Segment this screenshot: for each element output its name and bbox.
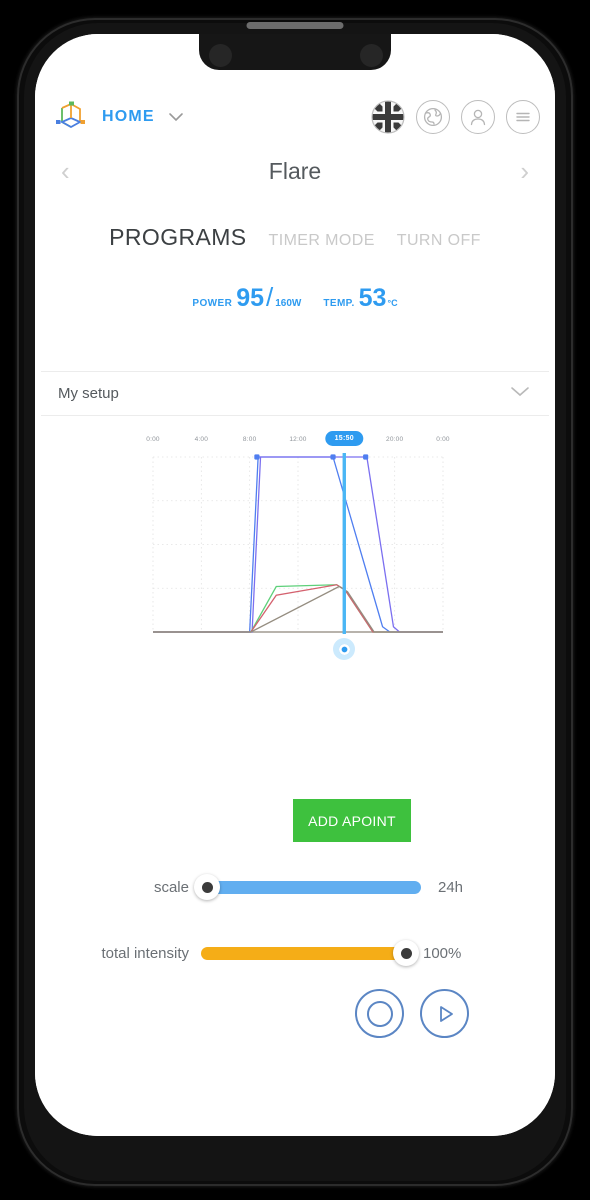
chart-svg	[152, 453, 444, 634]
phone-camera-right	[360, 44, 383, 67]
play-button[interactable]	[420, 989, 469, 1038]
home-menu-label[interactable]: HOME	[102, 108, 155, 126]
record-button[interactable]	[355, 989, 404, 1038]
scale-slider-thumb[interactable]	[194, 874, 220, 900]
chart-point-marker[interactable]	[254, 454, 260, 460]
add-point-line2: POINT	[351, 812, 396, 829]
phone-camera-left	[209, 44, 232, 67]
temperature-label: TEMP.	[323, 298, 355, 309]
status-readouts: POWER 95 / 160W TEMP. 53 °C	[35, 282, 555, 313]
chart-x-tick-label: 4:00	[194, 436, 209, 443]
power-value: 95	[236, 284, 265, 312]
scale-slider-row: scale 24h	[35, 872, 555, 902]
total-intensity-slider-thumb[interactable]	[393, 940, 419, 966]
power-max: 160W	[275, 298, 302, 309]
total-intensity-slider-label: total intensity	[101, 944, 189, 962]
my-setup-label: My setup	[58, 385, 119, 402]
play-triangle-icon	[439, 1005, 453, 1022]
top-bar-icon-group	[371, 100, 540, 134]
temperature-unit: °C	[387, 298, 398, 308]
power-separator: /	[266, 282, 274, 312]
phone-speaker-grille	[246, 22, 344, 29]
tab-turn-off[interactable]: TURN OFF	[397, 232, 481, 250]
tab-programs[interactable]: PROGRAMS	[109, 224, 246, 251]
page-title: Flare	[268, 157, 322, 184]
prev-device-button[interactable]: ‹	[55, 158, 76, 184]
chart-x-axis-ticks: 0:00 4:00 8:00 12:00 20:00 0:00 15:50	[146, 431, 450, 449]
chart-x-tick-label: 8:00	[242, 436, 257, 443]
chart-x-tick-label: 0:00	[436, 436, 450, 443]
user-account-icon[interactable]	[461, 100, 495, 134]
record-circle-icon	[366, 1000, 393, 1027]
chevron-down-icon[interactable]	[508, 384, 532, 403]
temperature-readout: TEMP. 53 °C	[323, 284, 397, 313]
add-a-point-button[interactable]: ADD A POINT	[293, 799, 411, 842]
scale-slider-track[interactable]	[194, 874, 421, 900]
chart-plot-area[interactable]	[148, 451, 448, 641]
temperature-value: 53	[358, 284, 387, 312]
globe-icon[interactable]	[416, 100, 450, 134]
chart-x-tick-label: 12:00	[289, 436, 307, 443]
page-title-row: ‹ Flare ›	[35, 150, 555, 192]
chart-gridlines	[152, 456, 444, 633]
program-schedule-chart[interactable]: 0:00 4:00 8:00 12:00 20:00 0:00 15:50	[146, 431, 450, 661]
mode-tab-bar: PROGRAMS TIMER MODE TURN OFF	[35, 224, 555, 251]
chart-cursor-handle-icon[interactable]	[333, 638, 356, 660]
tab-timer-mode[interactable]: TIMER MODE	[269, 232, 375, 250]
scale-slider-value: 24h	[438, 878, 464, 896]
next-device-button[interactable]: ›	[514, 158, 535, 184]
total-intensity-slider-value: 100%	[423, 944, 462, 962]
scale-slider-label: scale	[153, 878, 189, 896]
total-intensity-slider-track[interactable]	[201, 940, 419, 966]
cube-axes-logo-icon[interactable]	[48, 95, 92, 139]
top-navigation-bar: HOME	[35, 90, 555, 144]
power-label: POWER	[192, 298, 233, 309]
chart-x-tick-label: 0:00	[146, 436, 160, 443]
my-setup-accordion[interactable]: My setup	[41, 371, 549, 416]
total-intensity-slider-row: total intensity 100%	[35, 938, 555, 968]
add-point-line1: ADD A	[308, 812, 352, 829]
chart-point-marker[interactable]	[363, 454, 369, 460]
playback-button-group	[355, 989, 469, 1038]
power-readout: POWER 95 / 160W	[192, 282, 301, 313]
app-viewport: HOME ‹ Flare › PROGRAMS TIMER MODE TURN …	[35, 34, 555, 1136]
chart-x-tick-label: 20:00	[386, 436, 404, 443]
chevron-down-icon[interactable]	[167, 111, 185, 123]
hamburger-menu-icon[interactable]	[506, 100, 540, 134]
language-flag-icon[interactable]	[371, 100, 405, 134]
chart-point-marker[interactable]	[330, 454, 336, 460]
chart-cursor-time-badge[interactable]: 15:50	[325, 431, 363, 446]
